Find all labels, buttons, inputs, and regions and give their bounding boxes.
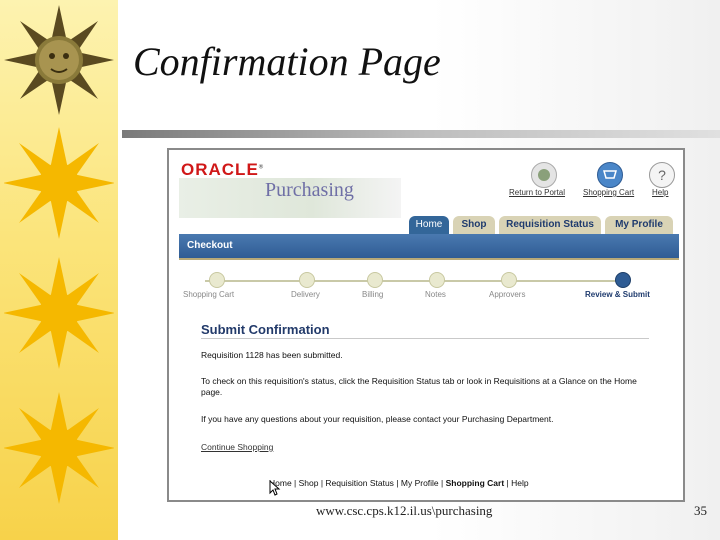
progress-train [205,280,629,282]
tab-shop[interactable]: Shop [453,216,495,234]
submitted-message: Requisition 1128 has been submitted. [201,350,343,360]
footer-url: www.csc.cps.k12.il.us\purchasing [316,503,493,518]
page-number: 35 [694,503,707,518]
step-shopping-cart [209,272,225,288]
title-rule [122,130,720,138]
help-link[interactable]: Help [652,188,668,197]
continue-shopping-link[interactable]: Continue Shopping [201,442,273,452]
portal-icon[interactable] [531,162,557,188]
bottom-nav: Home | Shop | Requisition Status | My Pr… [269,478,529,488]
cart-icon[interactable] [597,162,623,188]
sun-icon [4,257,114,369]
bottom-nav-my-profile[interactable]: My Profile [401,478,439,488]
contact-message: If you have any questions about your req… [201,414,554,424]
status-instructions: To check on this requisition's status, c… [201,376,637,397]
mouse-pointer-icon [269,480,281,496]
bottom-nav-requisition-status[interactable]: Requisition Status [325,478,394,488]
step-review-submit [615,272,631,288]
step-label: Approvers [489,290,526,299]
step-approvers [501,272,517,288]
slide-title: Confirmation Page [133,39,441,84]
step-label: Delivery [291,290,320,299]
svg-text:?: ? [658,167,666,183]
tab-my-profile[interactable]: My Profile [605,216,673,234]
confirmation-heading: Submit Confirmation [201,322,330,337]
bottom-nav-shopping-cart[interactable]: Shopping Cart [446,478,505,488]
sun-icon [4,392,114,504]
return-to-portal-link[interactable]: Return to Portal [509,188,565,197]
step-label: Notes [425,290,446,299]
decorative-strip [0,0,118,540]
step-delivery [299,272,315,288]
step-label: Shopping Cart [183,290,235,299]
product-name: Purchasing [265,179,354,201]
sun-icon [4,127,114,239]
bottom-nav-shop[interactable]: Shop [299,478,319,488]
step-notes [429,272,445,288]
heading-divider [201,338,649,339]
help-icon[interactable]: ? [649,162,675,188]
checkout-bar: Checkout [179,234,679,260]
tab-home[interactable]: Home [409,216,449,234]
app-screenshot: ORACLE® Purchasing Return to Portal Shop… [167,148,685,502]
step-billing [367,272,383,288]
bottom-nav-help[interactable]: Help [511,478,528,488]
oracle-logo: ORACLE® [181,160,265,179]
shopping-cart-link[interactable]: Shopping Cart [583,188,634,197]
sun-face-icon [4,5,114,115]
tab-requisition-status[interactable]: Requisition Status [499,216,601,234]
step-label-active: Review & Submit [585,290,650,299]
checkout-label: Checkout [187,240,233,251]
step-label: Billing [362,290,384,299]
